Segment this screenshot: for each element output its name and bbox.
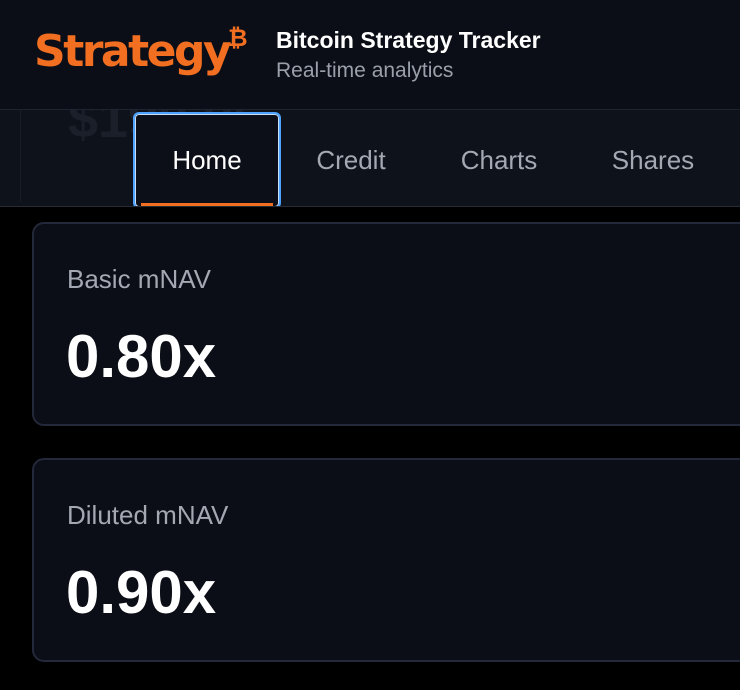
metric-label: Diluted mNAV [67, 500, 229, 530]
tab-shares[interactable]: Shares [588, 112, 718, 206]
page: Strategy ₿ Bitcoin Strategy Tracker Real… [0, 0, 740, 690]
diluted-mnav-card: Diluted mNAV 0.90x [32, 458, 740, 662]
tab-home[interactable]: Home [133, 112, 281, 206]
metric-value: 0.80x [66, 323, 217, 390]
tab-home-label: Home [172, 145, 242, 175]
active-tab-indicator [141, 203, 273, 206]
tab-charts-label: Charts [460, 144, 538, 175]
app-subtitle: Real-time analytics [276, 59, 454, 82]
tab-credit-label: Credit [316, 144, 386, 175]
tab-credit[interactable]: Credit [290, 112, 412, 206]
tab-shares-label: Shares [611, 144, 695, 175]
bitcoin-b-icon: ₿ [228, 24, 248, 52]
tab-charts[interactable]: Charts [434, 112, 564, 206]
metric-value: 0.90x [66, 559, 217, 626]
app-header: Strategy ₿ Bitcoin Strategy Tracker Real… [0, 0, 740, 110]
tab-bar: $190.96 Home Credit Charts Shares [0, 110, 740, 207]
strategy-logo[interactable]: Strategy [34, 22, 232, 82]
basic-mnav-card: Basic mNAV 0.80x [32, 222, 740, 426]
app-title: Bitcoin Strategy Tracker [276, 27, 541, 53]
metric-label: Basic mNAV [67, 264, 211, 294]
